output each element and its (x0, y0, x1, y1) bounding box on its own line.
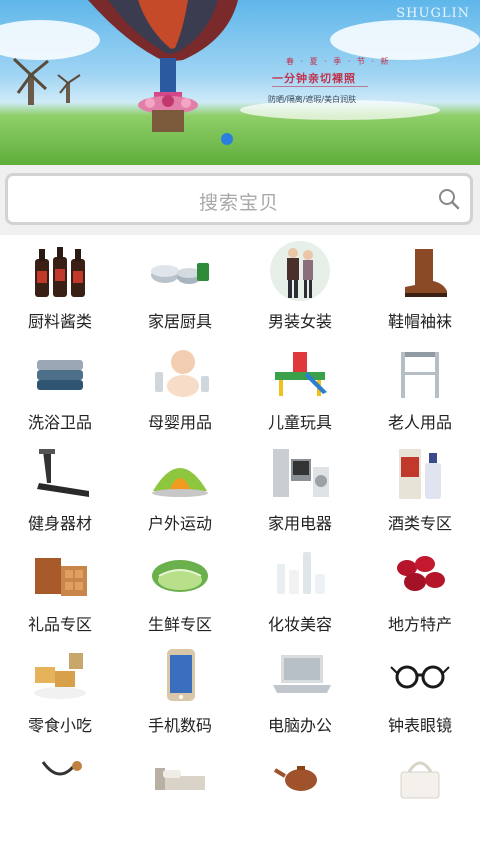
red-dates-icon (397, 556, 445, 591)
cloud-decoration (0, 20, 100, 60)
snack-icon (34, 653, 86, 699)
playground-toy-icon (275, 352, 327, 396)
treadmill-icon (37, 449, 89, 497)
category-grid: 厨料酱类 家居厨具 男装女装 鞋帽袖袜 洗浴卫品 母婴用品 儿童玩具 老人用品 … (0, 235, 480, 800)
category-label: 厨料酱类 (27, 312, 92, 331)
gift-box-icon (35, 558, 87, 596)
category-item[interactable]: 钟表眼镜 (360, 639, 480, 740)
category-item[interactable]: 男装女装 (240, 235, 360, 336)
handbag-icon (400, 761, 440, 799)
category-item[interactable]: 儿童玩具 (240, 336, 360, 437)
category-item[interactable]: 厨料酱类 (0, 235, 120, 336)
category-label: 生鲜专区 (147, 615, 212, 634)
walker-icon (401, 352, 439, 398)
category-label: 母婴用品 (147, 413, 212, 432)
liquor-bottle-icon (399, 449, 441, 499)
banner-slogan-top: 春 · 夏 · 季 · 节 · 新 (286, 57, 391, 66)
category-item[interactable]: 手机数码 (120, 639, 240, 740)
category-item[interactable]: 鞋帽袖袜 (360, 235, 480, 336)
tent-icon (152, 468, 208, 497)
category-item[interactable] (120, 740, 240, 841)
slogan-divider (272, 86, 368, 87)
kitchenware-icon (151, 263, 209, 284)
baby-icon (155, 350, 209, 397)
category-label: 鞋帽袖袜 (387, 312, 452, 331)
category-item[interactable]: 礼品专区 (0, 538, 120, 639)
category-label: 家居厨具 (147, 312, 212, 331)
category-item[interactable]: 母婴用品 (120, 336, 240, 437)
category-item[interactable]: 地方特产 (360, 538, 480, 639)
search-icon[interactable] (438, 188, 460, 210)
stethoscope-icon (41, 761, 82, 776)
category-item[interactable]: 化妆美容 (240, 538, 360, 639)
category-item[interactable]: 家居厨具 (120, 235, 240, 336)
category-label: 儿童玩具 (267, 413, 332, 432)
category-label: 地方特产 (387, 615, 452, 634)
soy-sauce-bottles-icon (35, 247, 85, 297)
search-bar-container: 搜索宝贝 (0, 165, 480, 235)
category-label: 洗浴卫品 (27, 413, 92, 432)
category-label: 户外运动 (147, 514, 212, 533)
category-item[interactable]: 洗浴卫品 (0, 336, 120, 437)
towel-stack-icon (37, 360, 83, 390)
vegetable-icon (152, 560, 208, 592)
category-label: 家用电器 (267, 514, 332, 533)
appliances-icon (273, 449, 329, 497)
category-item[interactable]: 老人用品 (360, 336, 480, 437)
category-item[interactable]: 生鲜专区 (120, 538, 240, 639)
banner-slogan: 一分钟亲切裸照 (272, 72, 356, 85)
category-item[interactable] (360, 740, 480, 841)
couple-clothing-icon (270, 241, 330, 301)
carousel-dot-active[interactable] (221, 133, 233, 145)
category-label: 礼品专区 (27, 615, 92, 634)
promo-banner[interactable]: SHUGLIN 春 · 夏 · 季 · 节 · 新 一分钟亲切裸照 防晒/隔离/… (0, 0, 480, 165)
category-item[interactable]: 健身器材 (0, 437, 120, 538)
category-label: 酒类专区 (387, 514, 452, 533)
brand-logo: SHUGLIN (396, 6, 470, 21)
category-item[interactable] (240, 740, 360, 841)
search-input[interactable]: 搜索宝贝 (5, 173, 473, 225)
windmill-illustration (12, 57, 81, 105)
glasses-icon (390, 665, 450, 689)
search-placeholder: 搜索宝贝 (198, 192, 279, 214)
category-label: 健身器材 (27, 514, 92, 533)
category-item[interactable]: 零食小吃 (0, 639, 120, 740)
banner-slogan-bottom: 防晒/隔离/遮瑕/美白润肤 (268, 95, 357, 104)
bed-icon (155, 768, 205, 790)
laptop-icon (273, 655, 331, 693)
category-label: 化妆美容 (267, 615, 332, 634)
category-label: 电脑办公 (267, 716, 332, 735)
category-item[interactable] (0, 740, 120, 841)
smartphone-icon (167, 649, 195, 701)
hot-air-balloon-illustration (88, 0, 238, 132)
cloud-decoration (330, 20, 480, 60)
category-label: 手机数码 (147, 716, 212, 735)
cosmetics-icon (277, 552, 325, 594)
boot-icon (405, 249, 447, 297)
category-label: 男装女装 (267, 312, 332, 331)
teapot-icon (273, 766, 317, 791)
category-label: 老人用品 (387, 413, 452, 432)
category-item[interactable]: 电脑办公 (240, 639, 360, 740)
category-label: 钟表眼镜 (387, 716, 452, 735)
category-item[interactable]: 酒类专区 (360, 437, 480, 538)
category-label: 零食小吃 (27, 716, 92, 735)
category-item[interactable]: 户外运动 (120, 437, 240, 538)
category-item[interactable]: 家用电器 (240, 437, 360, 538)
